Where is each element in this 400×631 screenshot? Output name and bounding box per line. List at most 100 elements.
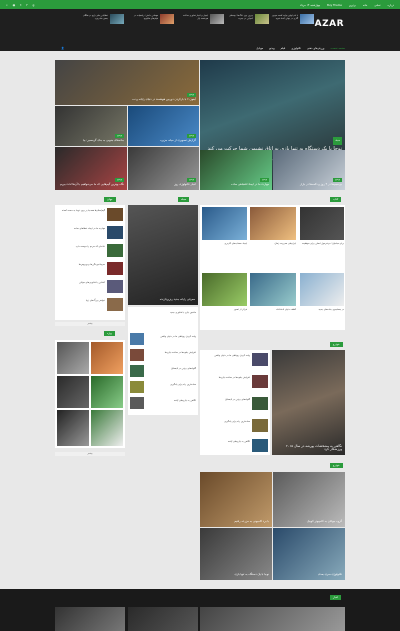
top-link-home[interactable]: خانه: [363, 4, 368, 7]
google-icon[interactable]: g: [32, 3, 34, 7]
list-item[interactable]: گلوله‌های برفی در تابستان: [146, 367, 196, 370]
nav-item-film[interactable]: فیلم: [281, 47, 286, 50]
hero-tile-title: نگاه بهترین گیم‌هایی که ما می‌خواهیم با …: [59, 182, 124, 187]
hero-tile[interactable]: ویدیو گزارش تصویری از میانه جزیره: [128, 106, 199, 146]
grid-caption[interactable]: در جستجوی جاده‌های جدید: [300, 308, 344, 311]
header-news-thumb: [110, 14, 124, 24]
header-news-item[interactable]: با نام اولین تولید کننده موتور گازی در ج…: [270, 14, 314, 24]
bottom-feature[interactable]: با برد کامیونی به مزرعه رفتیم: [200, 472, 272, 527]
section-header-grid: ویژه: [104, 331, 115, 336]
grid-caption[interactable]: ایجاد حساب‌های کاربری: [202, 242, 247, 245]
nav-item-video[interactable]: ویدیو: [269, 47, 274, 50]
date-label: چهارشنبه ۱۴ مرداد: [299, 3, 321, 7]
feature-card[interactable]: معرفی رایانه جدید ریزپردازنده: [128, 205, 198, 305]
header-news-item[interactable]: ایمیل و اخبار فناوری ساعت هوشمند اپل: [180, 14, 224, 24]
hero-tile[interactable]: ویدیو نگاه بهترین گیم‌هایی که ما می‌خواهی…: [55, 147, 127, 190]
hero-tile-title: آیفون ۶ با بارکردن دوربین هوشمند در دنیا…: [132, 97, 196, 102]
list-item[interactable]: سرماخوردگی‌ها و ویروس‌ها: [57, 263, 105, 266]
header-news-item[interactable]: خطایابی های رایج در هنگام بستن مادربورد: [80, 14, 124, 24]
nav-bar: 👤 موبایل ویدیو فیلم تکنولوژی ورزش‌های ذه…: [55, 44, 345, 52]
header-news-title: مهمانی دانش: ریاضیات در فیلم‌های هالیوود: [134, 14, 158, 20]
bottom-tile-title: نوجا با یک دستگاه به تنها بازی: [234, 572, 269, 577]
hero-tile[interactable]: ویدیو اخبار تکنولوژی روز: [128, 147, 199, 190]
list-item[interactable]: ساده‌ترین راه برای یادگیری: [146, 383, 196, 386]
grid-caption[interactable]: فراتر از تصور: [202, 308, 247, 311]
top-link-best[interactable]: برترین: [349, 4, 356, 7]
section-header-bottom: خودرو: [330, 463, 343, 468]
hero-tile[interactable]: ویدیو آیفون ۶ با بارکردن دوربین هوشمند در…: [55, 60, 199, 105]
section-header-mid: مجله: [178, 197, 190, 202]
grid-caption[interactable]: کشف دنیای ناشناخته: [250, 308, 296, 311]
bottom-tile-title: تکنولوژی سری بعدی: [317, 572, 342, 577]
hero-tile[interactable]: ویدیو بی‌سیم‌ها در ۴ روز و دکمه‌ها در باز…: [273, 150, 345, 190]
site-header: با نام اولین تولید کننده موتور گازی در ج…: [0, 9, 400, 51]
list-item[interactable]: گلوله‌های برفی در تابستان: [202, 398, 250, 401]
header-news-thumb: [160, 14, 174, 24]
header-news-thumb: [255, 14, 269, 24]
list-item[interactable]: افزایش جلوه‌ها در ساخت بازی‌ها: [146, 351, 196, 354]
hero-tile-title: گزارش تصویری از میانه جزیره: [160, 138, 196, 143]
header-news-item[interactable]: مهمانی دانش: ریاضیات در فیلم‌های هالیوود: [130, 14, 174, 24]
header-news-title: با نام اولین تولید کننده موتور گازی در ج…: [271, 14, 298, 20]
header-news-thumb: [300, 14, 314, 24]
top-link-buy[interactable]: Buy Theme: [327, 4, 342, 7]
top-bar: ⌕ ◉ t f g چهارشنبه ۱۴ مرداد Buy Theme در…: [0, 0, 400, 9]
site-logo[interactable]: AZAR: [315, 19, 344, 29]
nav-item-mobile[interactable]: موبایل: [256, 47, 263, 50]
list-item[interactable]: آشنایی با فناوری‌های مولتی: [57, 281, 105, 284]
left-list-panel: گیم‌استار‌ها همه‌جا بر روی نوجا به دست آ…: [55, 205, 125, 320]
hero-tile[interactable]: ویدیو جاده‌های جنوبی به جای گرمسیر: بیا: [55, 106, 127, 146]
list-item[interactable]: ماشین بازی با فناوری جدید: [130, 311, 196, 314]
list-item[interactable]: نگاهی به بازی‌های آینده: [146, 399, 196, 402]
more-button[interactable]: بیشتر: [55, 452, 125, 456]
header-news-title: خطایابی های رایج در هنگام بستن مادربورد: [83, 14, 108, 20]
grid-caption[interactable]: برای مبتدیان: دو فرمول اصلی برای موفقیت: [300, 242, 344, 245]
list-item[interactable]: ساده‌ترین راه برای یادگیری: [202, 420, 250, 423]
hero-tile-title: جاده‌های جنوبی به جای گرمسیر: بیا: [82, 138, 124, 143]
list-item[interactable]: پیاده کردن رویاهای ما در دنیای واقعی: [146, 335, 196, 338]
feed-icon[interactable]: ◉: [13, 3, 16, 7]
section-header-left: جهان: [104, 197, 116, 202]
bottom-tile[interactable]: گروه جوانان به کامپیوتر کوچک: [273, 472, 345, 527]
nav-item-tech[interactable]: تکنولوژی: [291, 47, 301, 50]
hero-badge: مجله: [333, 137, 342, 145]
bottom-tile[interactable]: نوجا با یک دستگاه به تنها بازی: [200, 528, 272, 580]
list-item[interactable]: گیم‌استار‌ها همه‌جا بر روی نوجا به دست آ…: [57, 209, 105, 212]
more-button[interactable]: بیشتر: [55, 322, 125, 326]
car-feature[interactable]: نگاهی به مشخصات پورشه در سال ۲۰۱۵ ورزشکا…: [272, 350, 345, 455]
list-item[interactable]: نگاهی به بازی‌های آینده: [202, 440, 250, 443]
header-news-thumb: [210, 14, 224, 24]
hero-tile-title: اخبار تکنولوژی روز: [174, 182, 196, 187]
list-item[interactable]: خواهر بزرگ‌های زیبا: [57, 299, 105, 302]
header-news-title: ایمیل و اخبار فناوری ساعت هوشمند اپل: [182, 14, 208, 20]
section-header-right: کتاب: [330, 197, 342, 202]
list-item[interactable]: افزایش جلوه‌ها در ساخت بازی‌ها: [202, 376, 250, 379]
bottom-feature-title: با برد کامیونی به مزرعه رفتیم: [234, 519, 269, 524]
bottom-tile-title: گروه جوانان به کامپیوتر کوچک: [306, 519, 342, 524]
top-link-about[interactable]: درباره: [387, 4, 394, 7]
footer: اخبار: [0, 589, 400, 631]
list-item[interactable]: خانه‌ای که مردم را دوست دارد: [57, 245, 105, 248]
footer-label: اخبار: [330, 595, 342, 600]
search-icon[interactable]: ⌕: [6, 3, 8, 7]
main-nav: 👤 موبایل ویدیو فیلم تکنولوژی ورزش‌های ذه…: [0, 30, 400, 60]
facebook-icon[interactable]: f: [26, 3, 27, 7]
nav-item-mind[interactable]: ورزش‌های ذهنی: [307, 47, 324, 50]
nav-item-home[interactable]: صفحه نخست: [330, 47, 345, 50]
right-grid-panel: برای مبتدیان: دو فرمول اصلی برای موفقیت …: [200, 205, 345, 330]
twitter-icon[interactable]: t: [20, 3, 21, 7]
top-links: چهارشنبه ۱۴ مرداد Buy Theme درباره تماس …: [294, 3, 394, 7]
car-title: نگاهی به مشخصات پورشه در سال ۲۰۱۵ ورزشکا…: [285, 443, 342, 452]
top-link-contact[interactable]: تماس: [374, 4, 380, 7]
left-image-grid: [55, 340, 125, 448]
mid-list-panel: ماشین بازی با فناوری جدید پیاده کردن روی…: [128, 307, 198, 415]
user-icon[interactable]: 👤: [61, 47, 64, 50]
hero-tile[interactable]: ویدیو مهارت ما در ایجاد اشتباهی ساده: [200, 150, 272, 190]
header-news-item[interactable]: بیرون بوی خاک‌ها: بچه‌های آسیایی در جنوب: [225, 14, 269, 24]
section-header-car: خودرو: [330, 342, 343, 347]
hero-tile-title: بی‌سیم‌ها در ۴ روز و دکمه‌ها در بازار: [300, 182, 342, 187]
list-item[interactable]: پیاده کردن رویاهای ما در دنیای واقعی: [202, 354, 250, 357]
bottom-tile[interactable]: تکنولوژی سری بعدی: [273, 528, 345, 580]
grid-caption[interactable]: ابزارهای مدیریت زمان: [250, 242, 296, 245]
list-item[interactable]: مهارت ما در ایجاد خطاهای ساده: [57, 227, 105, 230]
